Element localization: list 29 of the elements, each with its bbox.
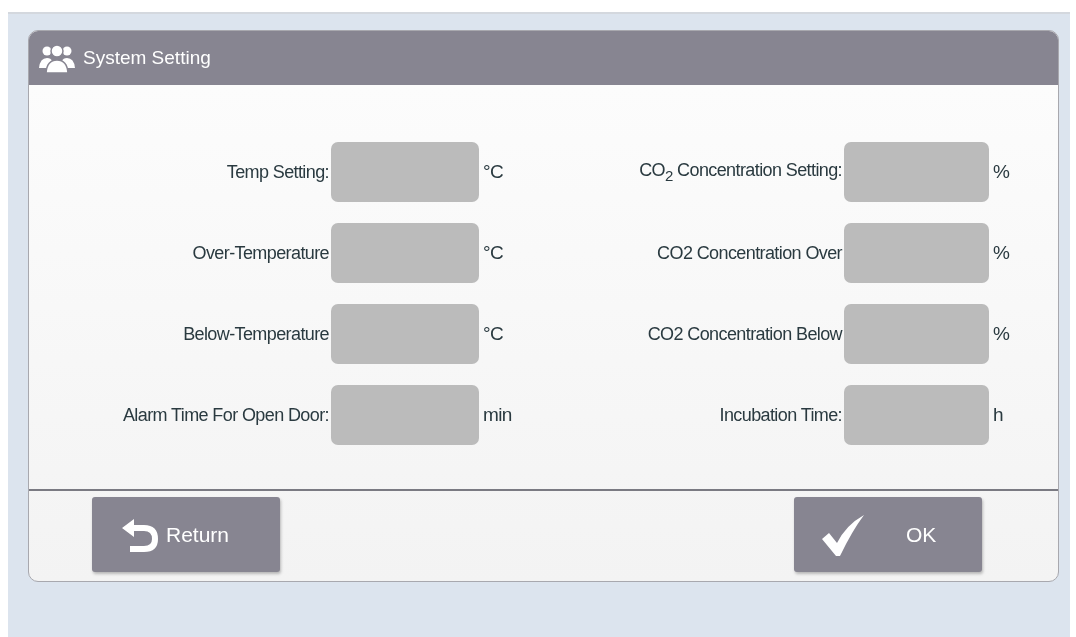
unit-label: °C: [482, 242, 504, 264]
input-field[interactable]: [844, 385, 989, 445]
people-icon: [39, 42, 75, 74]
field-label: CO2 Concentration Over: [656, 242, 844, 264]
window-title: System Setting: [83, 47, 211, 69]
unit-label: °C: [482, 161, 504, 183]
input-field[interactable]: [844, 142, 989, 202]
unit-label: min: [482, 404, 512, 426]
unit-label: %: [992, 323, 1010, 345]
field-label: Incubation Time:: [718, 404, 843, 426]
ok-button[interactable]: OK: [794, 497, 982, 572]
field-label: Below-Temperature: [182, 323, 330, 345]
unit-label: %: [992, 161, 1010, 183]
input-field[interactable]: [331, 385, 479, 445]
input-field[interactable]: [844, 223, 989, 283]
field-label: CO2 Concentration Below: [646, 323, 844, 345]
unit-label: °C: [482, 323, 504, 345]
field-label: Alarm Time For Open Door:: [121, 404, 330, 426]
unit-label: %: [992, 242, 1010, 264]
input-field[interactable]: [331, 304, 479, 364]
field-label: Over-Temperature: [191, 242, 330, 264]
field-label: Temp Setting:: [225, 161, 330, 183]
checkmark-icon: [820, 512, 866, 557]
input-field[interactable]: [844, 304, 989, 364]
return-button[interactable]: Return: [92, 497, 280, 572]
field-label: CO$_{2}$ Concentration Setting:: [638, 160, 843, 184]
input-field[interactable]: [331, 142, 479, 202]
unit-label: h: [992, 404, 1003, 426]
input-field[interactable]: [331, 223, 479, 283]
